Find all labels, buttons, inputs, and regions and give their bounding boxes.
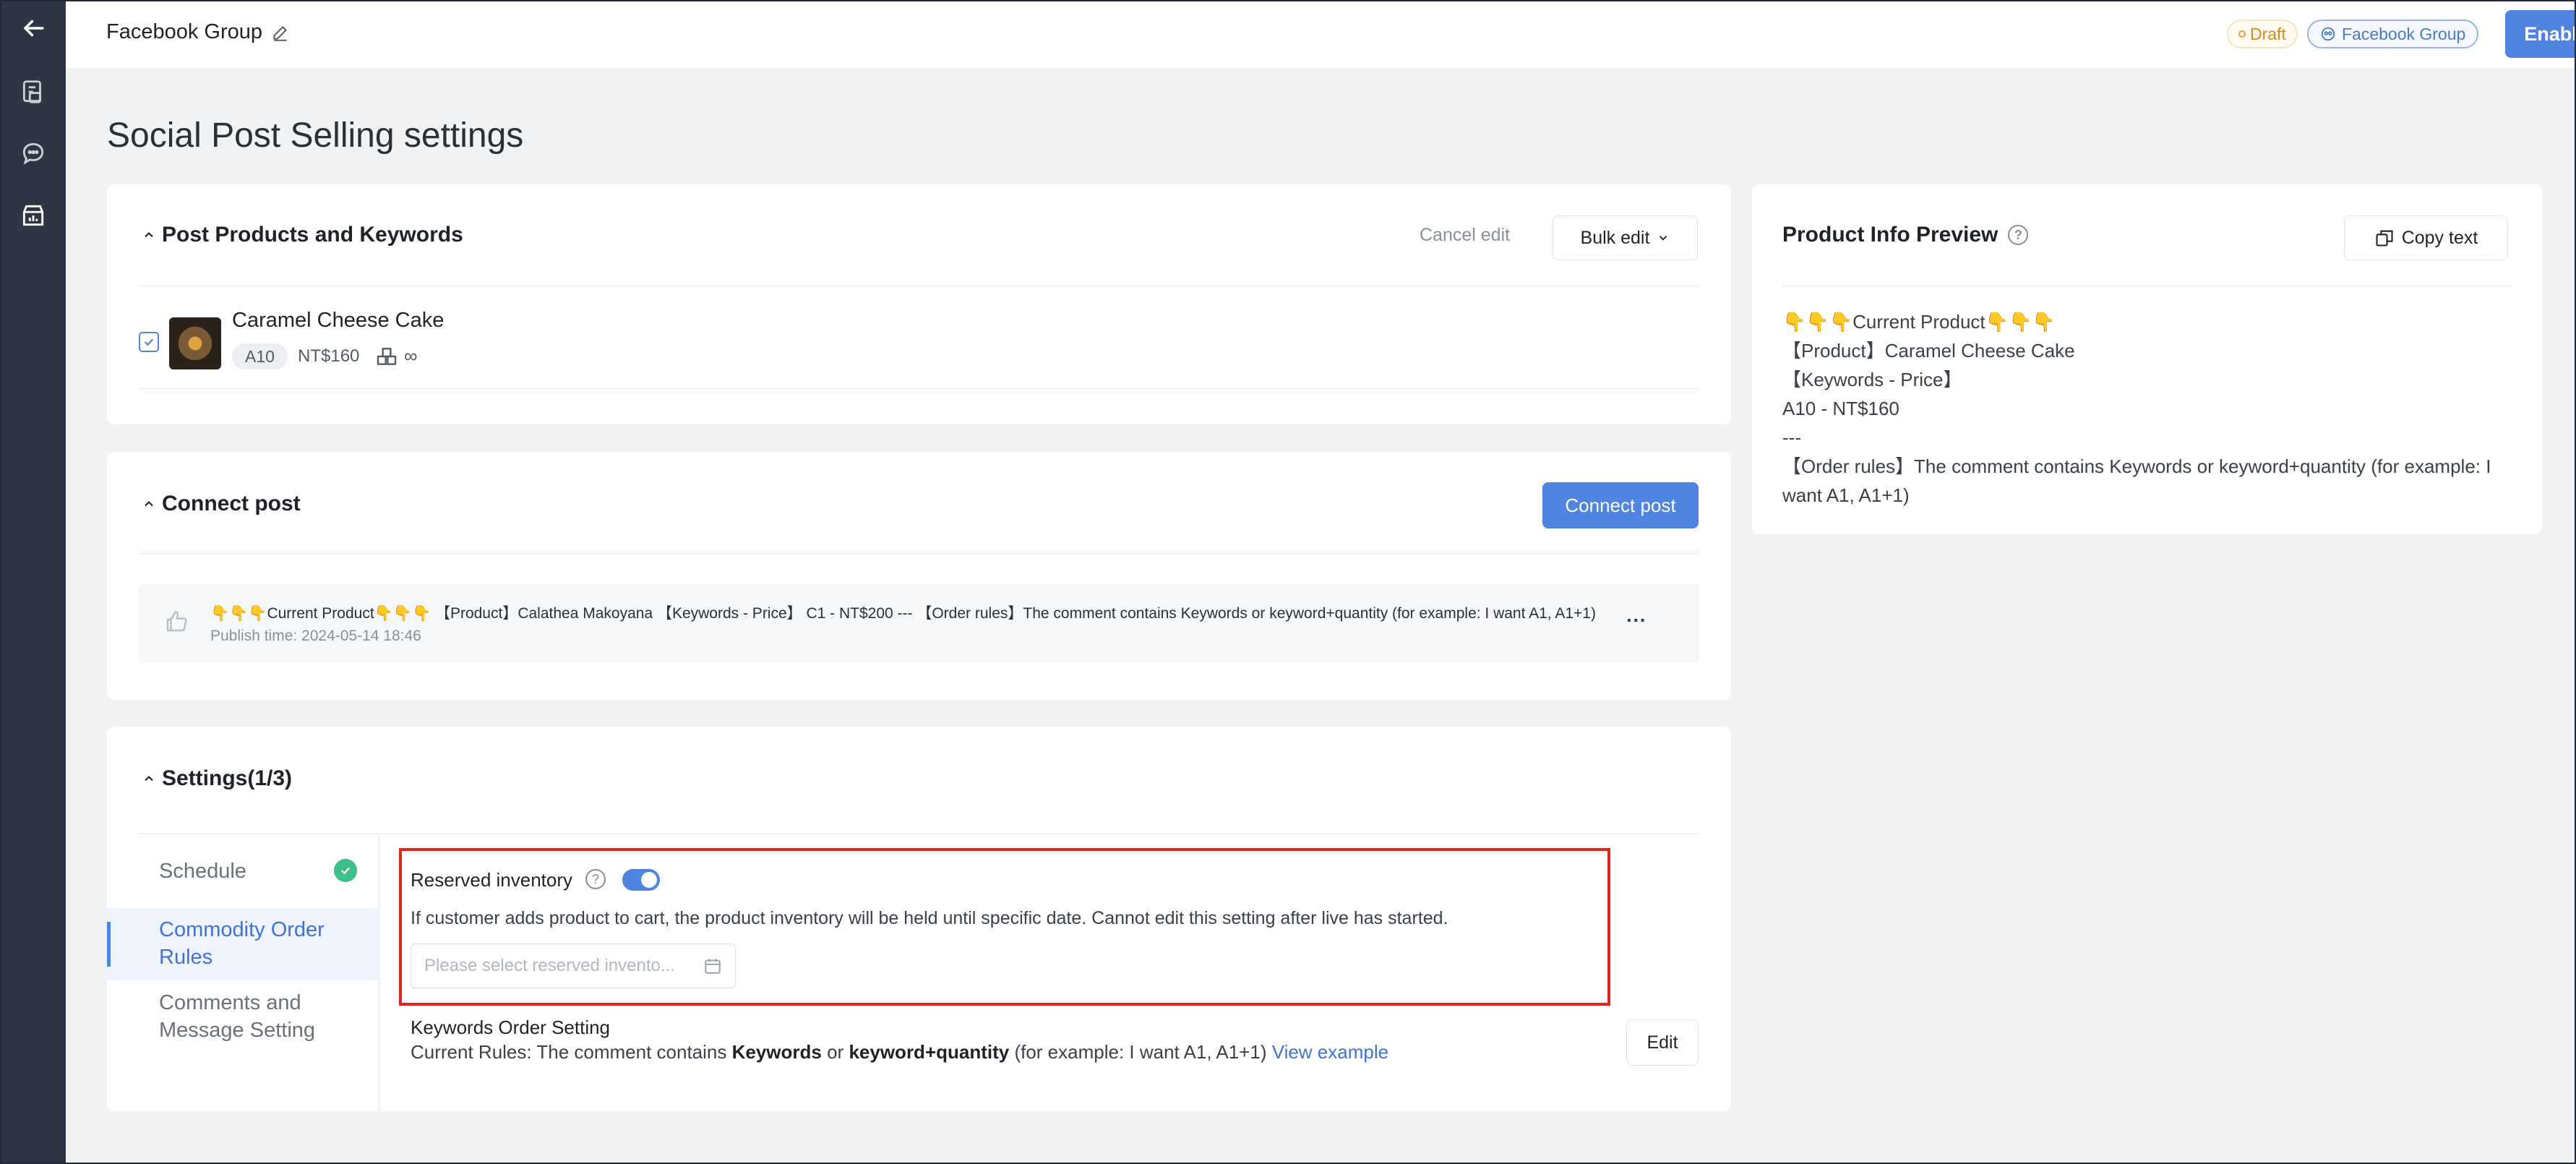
settings-card-header[interactable]: Settings(1/3) [142, 766, 292, 791]
reserved-inventory-toggle[interactable] [622, 869, 660, 891]
publish-time: Publish time: 2024-05-14 18:46 [210, 628, 421, 644]
posts-icon[interactable] [13, 72, 53, 112]
post-text: 👇👇👇Current Product👇👇👇 【Product】Calathea … [210, 605, 1596, 622]
preview-content: 👇👇👇Current Product👇👇👇 【Product】Caramel C… [1782, 307, 2512, 510]
draft-status-badge: Draft [2227, 20, 2298, 48]
connected-post[interactable]: 👇👇👇Current Product👇👇👇 【Product】Calathea … [139, 584, 1699, 662]
settings-card-title: Settings(1/3) [162, 766, 293, 790]
copy-text-button[interactable]: Copy text [2344, 215, 2508, 260]
edit-rules-button[interactable]: Edit [1626, 1019, 1699, 1066]
channel-badge: Facebook Group [2307, 20, 2479, 48]
group-title-text: Facebook Group [106, 20, 263, 43]
connect-post-button[interactable]: Connect post [1542, 482, 1699, 528]
divider [139, 553, 1699, 554]
products-card-header[interactable]: Post Products and Keywords [142, 223, 463, 247]
preview-line: 【Order rules】The comment contains Keywor… [1782, 455, 2491, 506]
product-name: Caramel Cheese Cake [232, 309, 445, 332]
draft-dot-icon [2238, 30, 2246, 38]
chevron-up-icon [145, 776, 153, 782]
group-title: Facebook Group [106, 20, 290, 44]
calendar-icon [705, 959, 721, 974]
top-bar: Facebook Group Draft Facebook Group Enab… [66, 0, 2576, 69]
preview-line: 👇👇👇Current Product👇👇👇 [1782, 311, 2056, 333]
preview-card: Product Info Preview ? Copy text 👇👇👇Curr… [1752, 184, 2542, 534]
products-card-title: Post Products and Keywords [162, 223, 463, 247]
settings-card: Settings(1/3) Schedule Commodity Order R… [107, 727, 1731, 1111]
product-thumbnail [169, 317, 221, 369]
divider [139, 388, 1699, 389]
rules-or: or [821, 1041, 849, 1063]
bulk-edit-label: Bulk edit [1580, 227, 1650, 248]
inventory-icon [377, 348, 397, 365]
chat-icon[interactable] [13, 133, 53, 174]
preview-line: --- [1782, 427, 1801, 448]
nav-commodity-order-rules[interactable]: Commodity Order Rules [159, 916, 361, 971]
left-rail [0, 0, 66, 1164]
back-arrow-icon[interactable] [13, 8, 53, 48]
connect-card-title: Connect post [162, 492, 301, 515]
preview-line: 【Product】Caramel Cheese Cake [1782, 340, 2075, 361]
facebook-group-icon [2321, 27, 2335, 41]
help-icon[interactable]: ? [585, 869, 606, 889]
rules-keywords: Keywords [731, 1041, 822, 1063]
product-price: NT$160 [298, 346, 360, 366]
view-example-link[interactable]: View example [1272, 1041, 1388, 1063]
copy-text-label: Copy text [2401, 227, 2478, 248]
bulk-edit-button[interactable]: Bulk edit [1553, 215, 1698, 260]
current-rules-text: Current Rules: The comment contains Keyw… [411, 1041, 1388, 1064]
connect-post-card: Connect post Connect post 👇👇👇Current Pro… [107, 452, 1731, 700]
draft-status-label: Draft [2250, 24, 2286, 43]
nav-active-indicator [107, 922, 111, 967]
preview-line: A10 - NT$160 [1782, 398, 1899, 419]
reserved-inventory-description: If customer adds product to cart, the pr… [411, 908, 1448, 928]
page-title: Social Post Selling settings [107, 116, 524, 155]
reserved-date-placeholder: Please select reserved invento... [424, 956, 675, 975]
chevron-up-icon [145, 501, 153, 507]
preview-card-title: Product Info Preview [1782, 223, 1998, 247]
keywords-order-label: Keywords Order Setting [411, 1017, 611, 1038]
chevron-up-icon [145, 232, 153, 238]
like-icon [166, 611, 187, 632]
copy-icon [2376, 230, 2393, 247]
rules-keyword-quantity: keyword+quantity [849, 1041, 1010, 1063]
preview-card-header: Product Info Preview ? [1782, 223, 2029, 247]
schedule-done-icon [334, 859, 357, 882]
channel-badge-label: Facebook Group [2342, 24, 2466, 43]
connect-card-header[interactable]: Connect post [142, 492, 301, 516]
nav-schedule[interactable]: Schedule [159, 857, 246, 885]
reserved-date-input[interactable]: Please select reserved invento... [411, 943, 736, 988]
shop-analytics-icon[interactable] [13, 195, 53, 236]
preview-line: 【Keywords - Price】 [1782, 369, 1962, 390]
rules-example: (for example: I want A1, A1+1) [1009, 1041, 1272, 1063]
chevron-down-icon [1660, 236, 1667, 241]
reserved-inventory-label: Reserved inventory [411, 869, 572, 891]
checkmark-icon [144, 338, 154, 346]
enable-button[interactable]: Enable [2505, 10, 2576, 58]
more-options-icon[interactable]: ··· [1626, 609, 1647, 632]
cancel-edit-link[interactable]: Cancel edit [1420, 225, 1510, 246]
nav-comments-message-setting[interactable]: Comments and Message Setting [159, 989, 361, 1044]
products-card: Post Products and Keywords Cancel edit B… [107, 184, 1731, 424]
edit-pencil-icon[interactable] [271, 23, 290, 42]
product-checkbox[interactable] [139, 332, 159, 352]
help-icon[interactable]: ? [2008, 225, 2029, 245]
keyword-chip: A10 [232, 343, 288, 369]
stock-infinite: ∞ [404, 345, 418, 367]
toggle-knob [641, 872, 657, 888]
rules-prefix: Current Rules: The comment contains [411, 1041, 732, 1063]
